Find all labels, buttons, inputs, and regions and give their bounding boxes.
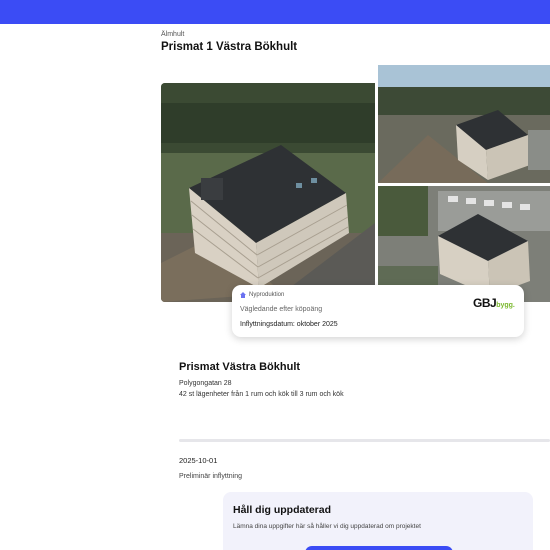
page-title: Prismat 1 Västra Bökhult (161, 41, 298, 53)
timeline-date: 2025-10-01 (179, 456, 218, 465)
move-in-date: Inflyttningsdatum: oktober 2025 (240, 321, 338, 328)
project-address: Polygongatan 28 (179, 380, 232, 387)
status-badge: Nyproduktion (240, 292, 284, 298)
status-badge-label: Nyproduktion (249, 292, 285, 298)
subscribe-panel: Håll dig uppdaterad Lämna dina uppgifter… (223, 492, 533, 550)
subscribe-button[interactable] (305, 546, 453, 550)
builder-logo-sub: bygg. (496, 302, 515, 309)
subscribe-title: Håll dig uppdaterad (233, 504, 332, 516)
project-info-card: Nyproduktion Vägledande efter köpoäng In… (232, 285, 524, 337)
builder-logo-main: GBJ (473, 296, 497, 310)
project-title: Prismat Västra Bökhult (179, 361, 301, 373)
subscribe-description: Lämna dina uppgifter här så håller vi di… (233, 523, 421, 530)
project-apartments: 42 st lägenheter från 1 rum och kök till… (179, 391, 344, 398)
top-navigation-bar (0, 0, 550, 24)
timeline-track (179, 439, 550, 442)
gallery-photo-main[interactable] (161, 83, 375, 302)
builder-logo: GBJbygg. (473, 296, 515, 310)
photo-gallery[interactable] (161, 65, 550, 302)
gallery-photo-secondary[interactable] (378, 65, 550, 183)
breadcrumb[interactable]: Älmhult (161, 31, 184, 38)
allocation-method: Vägledande efter köpoäng (240, 306, 323, 313)
timeline-label: Preliminär inflyttning (179, 473, 243, 480)
house-icon (240, 292, 246, 298)
